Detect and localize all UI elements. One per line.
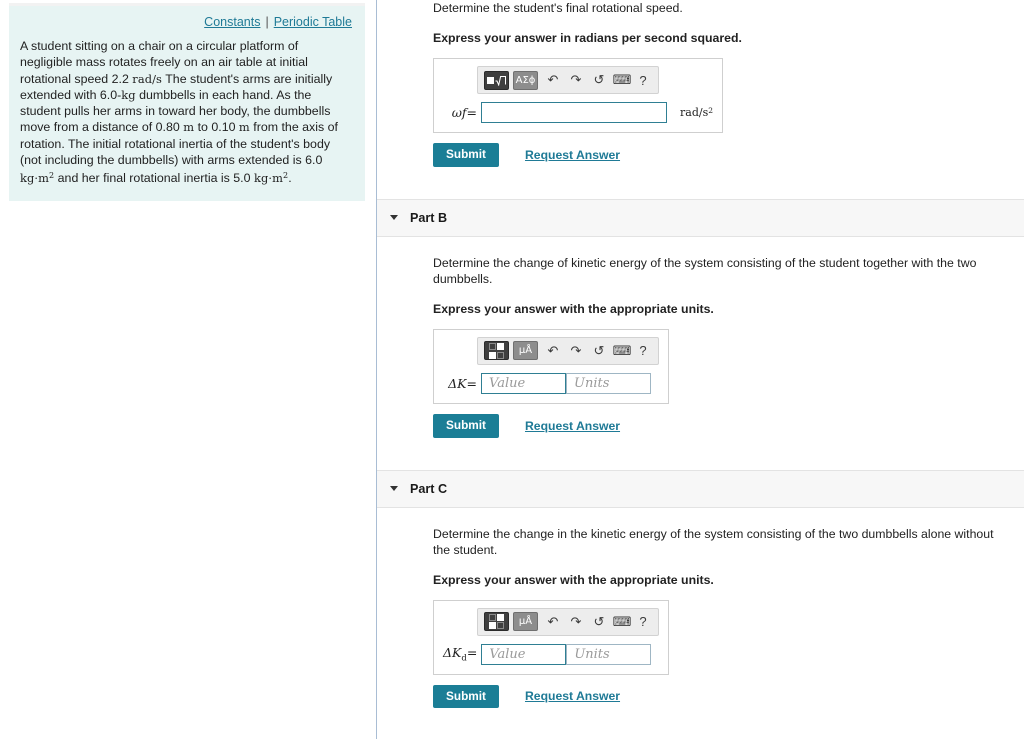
value-input[interactable] [481,372,566,394]
unit-text: kg·m2 [253,171,289,186]
input-row: ΔKd= [443,643,659,665]
problem-text: A student sitting on a chair on a circul… [20,39,338,186]
periodic-table-link[interactable]: Periodic Table [274,15,352,29]
part-prompt: Determine the change in the kinetic ener… [433,526,994,557]
answer-unit-suffix: rad/s2 [680,106,713,119]
answer-input[interactable] [481,102,667,123]
unit-text: m [183,120,195,135]
variable-label: ωf= [451,105,477,120]
input-row: ΔK= [443,372,659,394]
submit-row: Submit Request Answer [433,143,1024,167]
undo-icon[interactable]: ↶ [542,341,564,360]
grid-template-icon[interactable] [484,612,509,632]
problem-statement-panel: Constants | Periodic Table A student sitti… [9,3,365,201]
undo-icon[interactable]: ↶ [542,612,564,631]
units-palette-button[interactable]: μÅ [513,341,538,361]
redo-icon[interactable]: ↷ [565,341,587,360]
redo-icon[interactable]: ↷ [565,612,587,631]
answer-toolbar: μÅ ↶ ↷ ↺ ⌨? [477,336,659,365]
part-c-header[interactable]: Part C [377,469,1024,508]
chevron-down-icon[interactable] [390,215,398,221]
chevron-down-icon[interactable] [390,486,398,492]
submit-row: Submit Request Answer [433,413,1024,438]
parts-column: Determine the student's final rotational… [377,0,1024,739]
request-answer-link[interactable]: Request Answer [525,419,620,433]
part-express-instruction: Express your answer with the appropriate… [433,301,714,316]
request-answer-link[interactable]: Request Answer [525,148,620,162]
redo-icon[interactable]: ↷ [565,71,587,90]
units-input[interactable] [566,372,651,394]
submit-row: Submit Request Answer [433,684,1024,709]
unit-text: m [238,120,250,135]
unit-text: rad/s [132,71,163,86]
greek-symbols-button[interactable]: ΑΣϕ [513,70,538,90]
part-label: Part C [410,481,448,496]
units-palette-button[interactable]: μÅ [513,612,538,632]
submit-button[interactable]: Submit [433,413,499,438]
reset-icon[interactable]: ↺ [588,71,610,90]
page-root: Constants | Periodic Table A student sitti… [0,0,1024,739]
panel-links: Constants | Periodic Table [20,15,354,38]
part-b-header[interactable]: Part B [377,198,1024,237]
value-input[interactable] [481,643,567,665]
math-template-sqrt-icon[interactable] [484,70,509,90]
part-b: Part B Determine the change of kinetic en… [377,198,1024,438]
help-icon[interactable]: ? [634,343,652,358]
unit-text: kg·m2 [20,171,55,186]
request-answer-link[interactable]: Request Answer [525,689,620,703]
parts-container: Determine the student's final rotational… [377,0,1024,739]
part-express-instruction: Express your answer in radians per secon… [433,31,742,45]
toolbar-row: μÅ ↶ ↷ ↺ ⌨? [477,607,659,636]
variable-label: ΔK= [448,375,477,391]
keyboard-icon[interactable]: ⌨ [611,612,633,631]
problem-column: Constants | Periodic Table A student sitti… [0,0,377,739]
submit-button[interactable]: Submit [433,143,499,167]
links-separator: | [265,15,269,29]
units-input[interactable] [566,643,652,665]
unit-text: kg [121,87,136,102]
answer-box: ΑΣϕ ↶ ↷ ↺ ⌨? ωf= rad/s2 [433,58,723,133]
variable-label: ΔKd= [443,644,478,664]
answer-toolbar: μÅ ↶ ↷ ↺ ⌨? [477,607,659,636]
submit-button[interactable]: Submit [433,684,499,709]
toolbar-row: μÅ ↶ ↷ ↺ ⌨? [477,336,659,365]
toolbar-row: ΑΣϕ ↶ ↷ ↺ ⌨? [477,66,713,94]
input-row: ωf= rad/s2 [443,102,713,123]
part-express-instruction: Express your answer with the appropriate… [433,572,714,587]
part-c: Part C Determine the change in the kineti… [377,469,1024,709]
part-label: Part B [410,210,448,225]
reset-icon[interactable]: ↺ [588,612,610,631]
answer-box: μÅ ↶ ↷ ↺ ⌨? ΔKd= [433,599,669,675]
help-icon[interactable]: ? [634,614,652,629]
help-icon[interactable]: ? [634,73,652,88]
keyboard-icon[interactable]: ⌨ [611,341,633,360]
keyboard-icon[interactable]: ⌨ [611,71,633,90]
answer-box: μÅ ↶ ↷ ↺ ⌨? ΔK= [433,328,669,404]
part-a: Determine the student's final rotational… [377,0,1024,167]
constants-link[interactable]: Constants [204,15,260,29]
part-prompt: Determine the student's final rotational… [433,1,683,15]
reset-icon[interactable]: ↺ [588,341,610,360]
answer-toolbar: ΑΣϕ ↶ ↷ ↺ ⌨? [477,66,659,94]
grid-template-icon[interactable] [484,341,509,361]
undo-icon[interactable]: ↶ [542,71,564,90]
part-prompt: Determine the change of kinetic energy o… [433,255,977,286]
